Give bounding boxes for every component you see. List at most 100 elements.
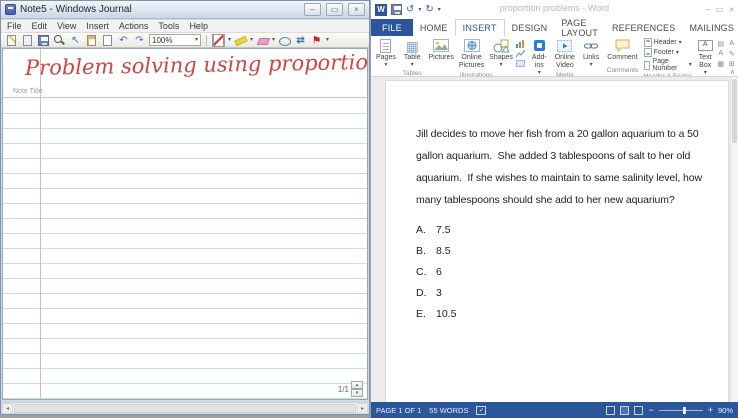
flag-tool-button[interactable]: ⚑ [310, 34, 323, 47]
journal-titlebar[interactable]: Note5 - Windows Journal – ▭ × [1, 1, 369, 19]
drop-cap-icon[interactable]: A [716, 49, 726, 58]
document-page[interactable]: Jill decides to move her fish from a 20 … [385, 80, 729, 402]
table-icon: ▦ [405, 37, 419, 54]
qat-customize-caret-icon[interactable]: ▾ [438, 7, 441, 13]
signature-line-icon[interactable]: ✎ [727, 49, 737, 58]
tab-file[interactable]: FILE [371, 19, 413, 36]
pen-tool-button[interactable] [212, 33, 225, 47]
save-button[interactable] [37, 34, 50, 47]
collapse-ribbon-button[interactable]: ∧ [730, 68, 735, 76]
zoom-slider-thumb[interactable] [682, 406, 686, 414]
note-title-area[interactable]: Problem solving using proportions Note T… [3, 49, 367, 98]
minimize-button[interactable]: – [705, 5, 709, 14]
header-button[interactable]: Header ▾ [643, 38, 692, 47]
tab-design[interactable]: DESIGN [505, 19, 555, 36]
vertical-scrollbar[interactable] [730, 77, 738, 402]
word-titlebar[interactable]: proportion problems - Word W ↺ ▾ ↻ ▾ – ▭… [371, 0, 738, 19]
menu-actions[interactable]: Actions [119, 21, 149, 31]
page-down-button[interactable]: ▾ [351, 389, 363, 397]
text-box-button[interactable]: A Text Box ▾ [696, 37, 715, 76]
screenshot-icon[interactable] [516, 59, 526, 68]
date-time-icon[interactable]: ▦ [716, 59, 726, 68]
menu-file[interactable]: File [7, 21, 22, 31]
add-ins-button[interactable]: Add-ins ▾ [530, 37, 549, 76]
flag-dropdown-caret-icon[interactable]: ▾ [326, 37, 329, 43]
paste-button[interactable] [85, 34, 98, 47]
eraser-dropdown-caret-icon[interactable]: ▾ [272, 37, 275, 43]
redo-button[interactable]: ↻ [425, 4, 433, 15]
scroll-left-button[interactable]: ◂ [2, 402, 13, 414]
proofing-icon[interactable]: ✓ [476, 405, 487, 415]
print-layout-icon[interactable] [620, 405, 630, 415]
wordart-icon[interactable]: A [727, 39, 737, 48]
page-number-button[interactable]: Page Number ▾ [643, 58, 692, 72]
object-icon[interactable]: ⊞ [727, 59, 737, 68]
lasso-tool-button[interactable] [278, 34, 292, 47]
scrollbar-thumb[interactable] [732, 79, 737, 143]
zoom-out-button[interactable]: − [648, 405, 653, 415]
find-button[interactable] [53, 34, 66, 47]
menu-edit[interactable]: Edit [32, 21, 48, 31]
pen-dropdown-caret-icon[interactable]: ▾ [228, 37, 231, 43]
ribbon-group-links: Links ▾ [580, 37, 602, 76]
pictures-button[interactable]: Pictures [427, 37, 456, 63]
page-view-button[interactable] [101, 34, 114, 47]
undo-button[interactable]: ↺ [406, 4, 414, 15]
open-button[interactable] [21, 34, 34, 47]
save-icon[interactable] [391, 4, 402, 15]
table-button[interactable]: ▦ Table ▾ [402, 37, 423, 69]
scroll-right-button[interactable]: ▸ [357, 402, 368, 414]
highlighter-dropdown-caret-icon[interactable]: ▾ [250, 37, 253, 43]
eraser-tool-button[interactable] [256, 34, 269, 47]
maximize-button[interactable]: ▭ [716, 5, 724, 14]
menu-insert[interactable]: Insert [86, 21, 109, 31]
horizontal-scrollbar[interactable]: ◂ ▸ [2, 402, 368, 414]
new-note-button[interactable] [5, 34, 18, 47]
online-pictures-button[interactable]: Online Pictures [457, 37, 486, 71]
zoom-slider[interactable] [658, 406, 703, 414]
undo-button[interactable]: ↶ [117, 34, 130, 47]
chart-icon[interactable] [516, 49, 526, 58]
comment-button[interactable]: Comment [605, 37, 639, 63]
tab-references[interactable]: REFERENCES [605, 19, 683, 36]
chevron-down-icon: ▾ [678, 39, 682, 46]
zoom-in-button[interactable]: + [708, 405, 713, 415]
menu-help[interactable]: Help [189, 21, 208, 31]
pen-icon [213, 33, 224, 47]
online-video-button[interactable]: Online Video [553, 37, 577, 71]
word-count[interactable]: 55 WORDS [429, 406, 468, 415]
web-layout-icon[interactable] [634, 405, 644, 415]
redo-button[interactable]: ↷ [133, 34, 146, 47]
footer-button[interactable]: Footer ▾ [643, 48, 692, 57]
page-up-button[interactable]: ▴ [351, 381, 363, 389]
undo-caret-icon[interactable]: ▾ [418, 7, 421, 13]
tab-mailings[interactable]: MAILINGS [682, 19, 738, 36]
group-label-tables: Tables [402, 70, 422, 77]
zoom-level[interactable]: 90% [718, 406, 733, 415]
shapes-button[interactable]: Shapes ▾ [487, 37, 515, 69]
close-button[interactable]: × [348, 3, 365, 16]
smartart-icon[interactable] [516, 39, 526, 48]
highlighter-tool-button[interactable] [234, 34, 247, 47]
tab-page-layout[interactable]: PAGE LAYOUT [554, 18, 605, 38]
find-icon [53, 34, 66, 47]
tab-insert[interactable]: INSERT [454, 19, 505, 36]
maximize-button[interactable]: ▭ [326, 3, 343, 16]
word-window: proportion problems - Word W ↺ ▾ ↻ ▾ – ▭… [370, 0, 738, 418]
close-button[interactable]: × [729, 5, 734, 14]
minimize-button[interactable]: – [304, 3, 321, 16]
scrollbar-thumb[interactable] [14, 403, 356, 413]
links-button[interactable]: Links ▾ [581, 37, 601, 69]
pages-button[interactable]: Pages ▾ [374, 37, 398, 69]
tab-home[interactable]: HOME [413, 19, 455, 36]
note-canvas[interactable]: Problem solving using proportions Note T… [2, 48, 368, 400]
zoom-select[interactable]: 100% ▾ [149, 34, 201, 46]
menu-tools[interactable]: Tools [158, 21, 179, 31]
select-tool-button[interactable]: ↖ [69, 34, 82, 47]
quick-parts-icon[interactable]: ▤ [716, 39, 726, 48]
read-mode-icon[interactable] [606, 405, 616, 415]
page-navigator: 1/1 ▴ ▾ [338, 381, 363, 397]
insert-space-button[interactable]: ⇄ [294, 34, 307, 47]
page-count[interactable]: PAGE 1 OF 1 [376, 406, 421, 415]
menu-view[interactable]: View [57, 21, 76, 31]
